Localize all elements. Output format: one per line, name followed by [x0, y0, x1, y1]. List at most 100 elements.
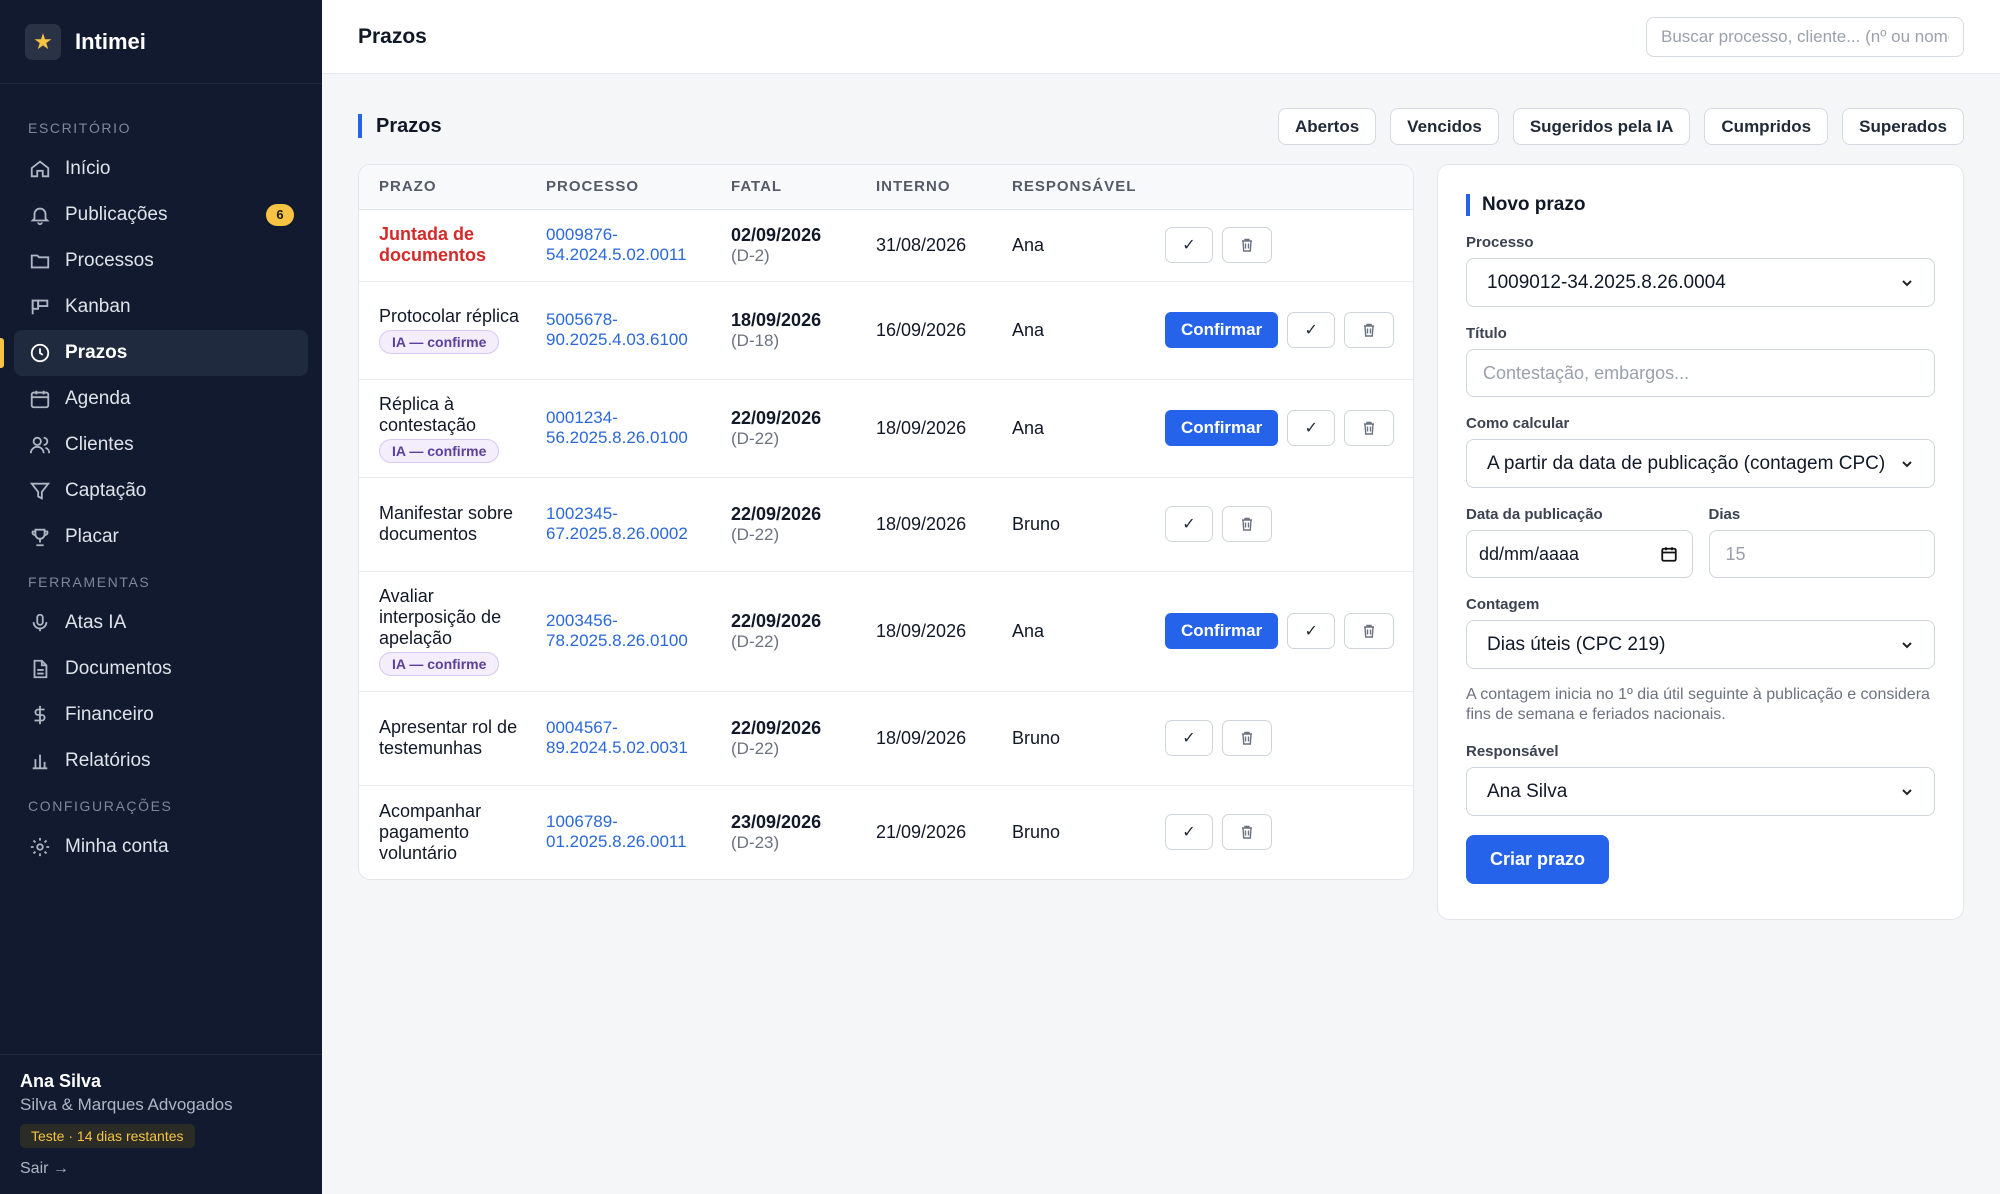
sidebar-item-processos[interactable]: Processos: [14, 238, 308, 284]
publicacoes-count-badge: 6: [266, 204, 294, 226]
sidebar-item-financeiro[interactable]: Financeiro: [14, 692, 308, 738]
cell-responsavel: Ana: [992, 571, 1145, 692]
filter-abertos[interactable]: Abertos: [1277, 108, 1377, 145]
sidebar-item-kanban[interactable]: Kanban: [14, 284, 308, 330]
check-icon[interactable]: ✓: [1165, 227, 1213, 263]
trash-icon[interactable]: [1344, 312, 1395, 348]
trash-icon[interactable]: [1222, 227, 1272, 263]
titulo-input[interactable]: [1466, 349, 1935, 397]
confirm-button[interactable]: Confirmar: [1165, 312, 1279, 348]
sidebar-item-label: Prazos: [65, 342, 128, 363]
sidebar-item-agenda[interactable]: Agenda: [14, 376, 308, 422]
sidebar-item-inicio[interactable]: Início: [14, 146, 308, 192]
sidebar-item-publicacoes[interactable]: Publicações 6: [14, 192, 308, 238]
dias-input[interactable]: [1708, 530, 1935, 578]
processo-select[interactable]: 1009012-34.2025.8.26.0004: [1466, 258, 1935, 307]
sidebar-item-prazos[interactable]: Prazos: [0, 330, 308, 376]
confirm-button[interactable]: Confirmar: [1165, 410, 1279, 446]
days-remaining: (D-22): [731, 524, 780, 544]
cell-actions: ✓: [1145, 691, 1413, 786]
check-icon[interactable]: ✓: [1287, 613, 1336, 649]
filter-superados[interactable]: Superados: [1842, 108, 1964, 145]
sidebar-item-label: Documentos: [65, 658, 172, 679]
logout-link[interactable]: Sair →: [20, 1160, 302, 1178]
col-header-fatal[interactable]: FATAL: [711, 165, 856, 210]
process-link[interactable]: 0001234-56.2025.8.26.0100: [546, 408, 711, 448]
contagem-select[interactable]: Dias úteis (CPC 219): [1466, 620, 1935, 669]
sidebar-item-label: Clientes: [65, 434, 134, 455]
confirm-button[interactable]: Confirmar: [1165, 613, 1279, 649]
data-publicacao-input[interactable]: dd/mm/aaaa: [1466, 530, 1693, 578]
filter-vencidos[interactable]: Vencidos: [1390, 108, 1499, 145]
cell-fatal: 22/09/2026 (D-22): [711, 379, 856, 478]
user-firm: Silva & Marques Advogados: [20, 1095, 233, 1114]
table-row[interactable]: Acompanhar pagamento voluntário 1006789-…: [359, 785, 1413, 879]
table-row[interactable]: Avaliar interposição de apelação IA — con…: [359, 571, 1413, 692]
sidebar-item-label: Kanban: [65, 296, 131, 317]
contagem-select-value: Dias úteis (CPC 219): [1487, 633, 1666, 655]
cell-fatal: 22/09/2026 (D-22): [711, 691, 856, 786]
ia-suggestion-badge: IA — confirme: [379, 652, 500, 676]
trash-icon[interactable]: [1222, 506, 1272, 542]
filter-sugeridos-ia[interactable]: Sugeridos pela IA: [1512, 108, 1691, 145]
cell-processo: 0001234-56.2025.8.26.0100: [526, 379, 711, 478]
cell-prazo: Juntada de documentos: [359, 209, 526, 282]
col-header-interno[interactable]: INTERNO: [856, 165, 992, 210]
process-link[interactable]: 2003456-78.2025.8.26.0100: [546, 611, 711, 651]
search-input[interactable]: [1646, 17, 1964, 57]
cell-actions: ✓: [1145, 477, 1413, 572]
section-label-escritorio: ESCRITÓRIO: [28, 120, 132, 136]
table-row[interactable]: Protocolar réplica IA — confirme 5005678-…: [359, 281, 1413, 380]
sidebar-item-documentos[interactable]: Documentos: [14, 646, 308, 692]
check-icon[interactable]: ✓: [1165, 506, 1213, 542]
sidebar-item-label: Início: [65, 158, 111, 179]
cell-prazo: Acompanhar pagamento voluntário: [359, 785, 526, 879]
cell-prazo: Protocolar réplica IA — confirme: [359, 281, 526, 380]
process-link[interactable]: 1006789-01.2025.8.26.0011: [546, 812, 711, 852]
table-row[interactable]: Réplica à contestação IA — confirme 00012…: [359, 379, 1413, 478]
prazo-title: Avaliar interposição de apelação: [379, 586, 502, 648]
cell-responsavel: Ana: [992, 209, 1145, 282]
process-link[interactable]: 1002345-67.2025.8.26.0002: [546, 504, 711, 544]
sidebar-item-minha-conta[interactable]: Minha conta: [14, 824, 308, 870]
col-header-processo[interactable]: PROCESSO: [526, 165, 711, 210]
filter-cumpridos[interactable]: Cumpridos: [1704, 108, 1829, 145]
cell-responsavel: Bruno: [992, 691, 1145, 786]
table-row[interactable]: Juntada de documentos 0009876-54.2024.5.…: [359, 209, 1413, 282]
col-header-prazo[interactable]: PRAZO: [359, 165, 526, 210]
check-icon[interactable]: ✓: [1165, 720, 1213, 756]
chevron-down-icon: [1902, 279, 1912, 286]
data-publicacao-label: Data da publicação: [1466, 506, 1603, 523]
check-icon[interactable]: ✓: [1287, 312, 1336, 348]
trash-icon[interactable]: [1344, 613, 1395, 649]
check-icon[interactable]: ✓: [1287, 410, 1336, 446]
trash-icon[interactable]: [1344, 410, 1395, 446]
create-deadline-button[interactable]: Criar prazo: [1466, 835, 1610, 884]
process-link[interactable]: 0004567-89.2024.5.02.0031: [546, 718, 711, 758]
trash-icon[interactable]: [1222, 814, 1272, 851]
col-header-responsavel[interactable]: RESPONSÁVEL: [992, 165, 1145, 210]
chevron-down-icon: [1902, 641, 1912, 648]
prazo-title: Apresentar rol de testemunhas: [379, 717, 518, 758]
sidebar-item-relatorios[interactable]: Relatórios: [14, 738, 308, 784]
calc-label: Como calcular: [1466, 415, 1570, 432]
cell-actions: ✓: [1145, 209, 1413, 282]
table-row[interactable]: Apresentar rol de testemunhas 0004567-89…: [359, 691, 1413, 786]
trash-icon[interactable]: [1222, 720, 1272, 756]
sidebar-item-placar[interactable]: Placar: [14, 514, 308, 560]
sidebar-item-clientes[interactable]: Clientes: [14, 422, 308, 468]
table-row[interactable]: Manifestar sobre documentos 1002345-67.2…: [359, 477, 1413, 572]
calc-select[interactable]: A partir da data de publicação (contagem…: [1466, 439, 1935, 488]
brand[interactable]: ★ Intimei: [0, 0, 322, 84]
sidebar-item-captacao[interactable]: Captação: [14, 468, 308, 514]
sidebar-item-label: Relatórios: [65, 750, 151, 771]
bar-chart-icon: [29, 750, 51, 772]
process-link[interactable]: 0009876-54.2024.5.02.0011: [546, 225, 711, 265]
responsavel-label: Responsável: [1466, 743, 1559, 760]
process-link[interactable]: 5005678-90.2025.4.03.6100: [546, 310, 711, 350]
check-icon[interactable]: ✓: [1165, 814, 1213, 851]
cell-actions: Confirmar ✓: [1145, 379, 1413, 478]
sidebar-item-atas-ia[interactable]: Atas IA: [14, 600, 308, 646]
cell-prazo: Manifestar sobre documentos: [359, 477, 526, 572]
responsavel-select[interactable]: Ana Silva: [1466, 767, 1935, 816]
